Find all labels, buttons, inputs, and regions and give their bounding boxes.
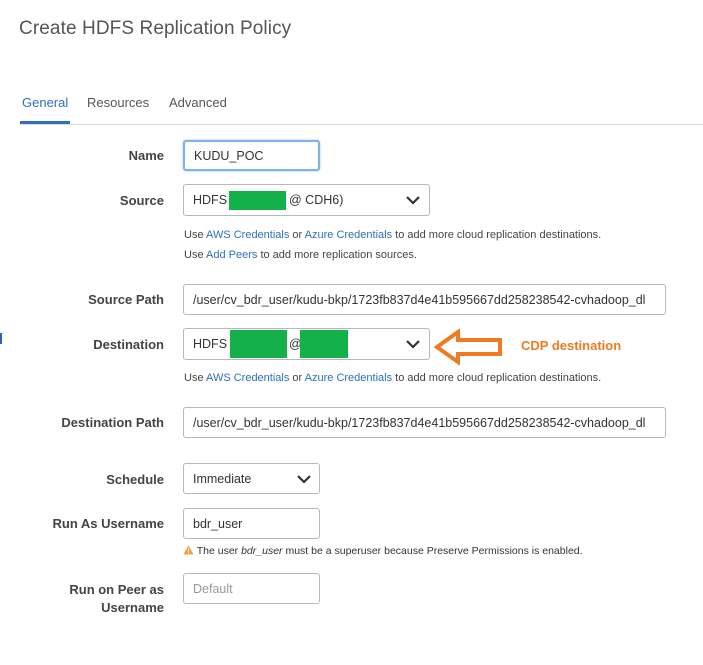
run-on-peer-label-line2: Username	[101, 600, 164, 615]
help-text: Use	[184, 372, 204, 384]
source-select[interactable]: HDFS ( @ CDH6)	[183, 184, 430, 216]
run-on-peer-label: Run on Peer as Username	[0, 581, 164, 617]
dialog-title: Create HDFS Replication Policy	[19, 18, 292, 39]
warning-icon	[183, 545, 194, 555]
name-input-value: KUDU_POC	[194, 148, 264, 163]
tab-advanced[interactable]: Advanced	[169, 95, 227, 110]
run-as-username-input[interactable]: bdr_user	[183, 508, 320, 539]
aws-credentials-link[interactable]: AWS Credentials	[206, 229, 289, 241]
name-input[interactable]: KUDU_POC	[183, 140, 320, 171]
chevron-down-icon	[406, 340, 420, 349]
source-label: Source	[119, 193, 164, 208]
redaction-block	[300, 330, 348, 358]
help-text: to add more cloud replication destinatio…	[395, 372, 602, 384]
schedule-select-value: Immediate	[193, 471, 252, 486]
redaction-block	[229, 191, 286, 210]
help-text: or	[292, 229, 303, 241]
warning-text: The user	[196, 545, 239, 557]
chevron-down-icon	[297, 474, 311, 484]
run-on-peer-placeholder: Default	[193, 581, 233, 596]
help-text: to add more cloud replication destinatio…	[395, 229, 602, 241]
redaction-block	[230, 330, 287, 358]
aws-credentials-link[interactable]: AWS Credentials	[206, 372, 289, 384]
tab-bar: General Resources Advanced	[0, 90, 703, 126]
run-on-peer-username-input[interactable]: Default	[183, 573, 320, 604]
schedule-label: Schedule	[106, 472, 164, 487]
destination-path-value: /user/cv_bdr_user/kudu-bkp/1723fb837d4e4…	[193, 415, 646, 430]
source-help-peers: Use Add Peers to add more replication so…	[184, 249, 417, 261]
help-text: Use	[184, 249, 204, 261]
destination-label: Destination	[93, 337, 164, 352]
azure-credentials-link[interactable]: Azure Credentials	[305, 372, 392, 384]
help-text: to add more replication sources.	[260, 249, 417, 261]
warning-username: bdr_user	[241, 545, 283, 557]
run-as-warning: The user bdr_user must be a superuser be…	[183, 545, 583, 557]
cdp-destination-annotation: CDP destination	[521, 338, 622, 353]
run-on-peer-label-line1: Run on Peer as	[69, 582, 164, 597]
azure-credentials-link[interactable]: Azure Credentials	[305, 229, 392, 241]
chevron-down-icon	[406, 196, 420, 205]
run-as-username-label: Run As Username	[52, 516, 165, 531]
source-help-credentials: Use AWS Credentials or Azure Credentials…	[184, 229, 601, 241]
tab-resources[interactable]: Resources	[87, 95, 149, 110]
destination-path-input[interactable]: /user/cv_bdr_user/kudu-bkp/1723fb837d4e4…	[183, 407, 666, 438]
help-text: Use	[184, 229, 204, 241]
arrow-left-icon	[434, 329, 502, 365]
source-path-value: /user/cv_bdr_user/kudu-bkp/1723fb837d4e4…	[193, 292, 646, 307]
add-peers-link[interactable]: Add Peers	[206, 249, 257, 261]
source-path-label: Source Path	[88, 292, 164, 307]
run-as-username-value: bdr_user	[193, 516, 243, 531]
destination-path-label: Destination Path	[61, 415, 164, 430]
help-text: or	[292, 372, 303, 384]
tab-general[interactable]: General	[19, 95, 71, 124]
destination-help-credentials: Use AWS Credentials or Azure Credentials…	[184, 372, 601, 384]
destination-select[interactable]: HDFS @	[183, 328, 430, 360]
schedule-select[interactable]: Immediate	[183, 463, 320, 494]
tab-divider	[20, 124, 703, 125]
source-path-input[interactable]: /user/cv_bdr_user/kudu-bkp/1723fb837d4e4…	[183, 284, 666, 315]
source-select-suffix: @ CDH6)	[289, 193, 344, 207]
name-label: Name	[128, 148, 164, 163]
destination-select-prefix: HDFS	[193, 337, 228, 351]
warning-text: must be a superuser because Preserve Per…	[285, 545, 583, 557]
